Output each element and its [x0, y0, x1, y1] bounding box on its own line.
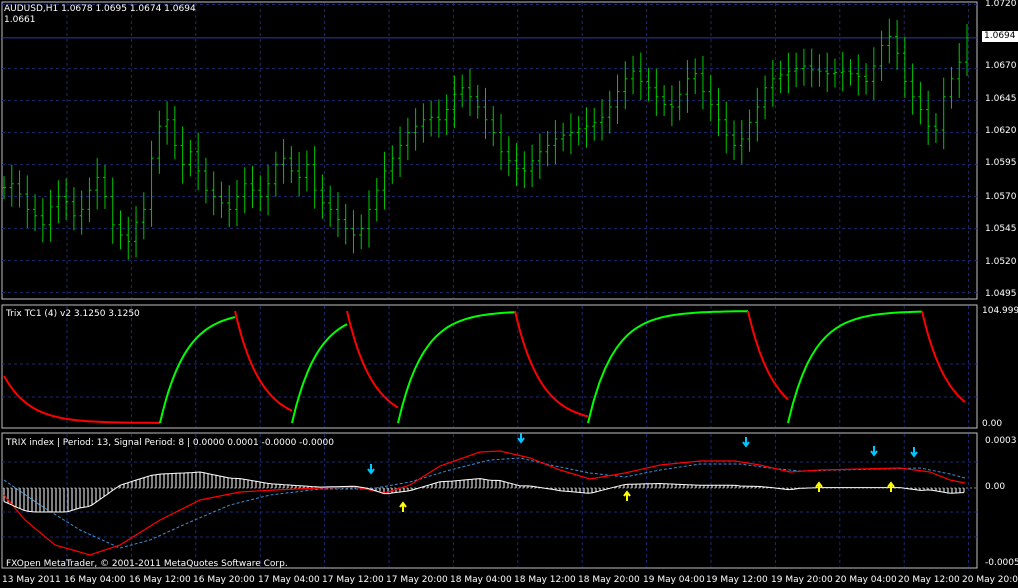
trix-tc-panel-border	[1, 304, 978, 429]
price-level: 1.0645	[985, 94, 1017, 104]
time-label: 18 May 20:00	[578, 575, 640, 585]
time-label: 20 May 20:00	[962, 575, 1018, 585]
trix-tc-falling-line	[747, 310, 789, 401]
current-price-badge: 1.0694	[982, 31, 1018, 42]
trix-tc-level-zero: 0.00	[982, 419, 1003, 429]
trix-tc-rising-line	[291, 323, 348, 424]
time-label: 16 May 12:00	[129, 575, 191, 585]
time-label: 16 May 20:00	[193, 575, 255, 585]
time-label: 16 May 04:00	[64, 575, 126, 585]
main-subheader: 1.0661	[4, 15, 36, 25]
price-level: 1.0545	[985, 224, 1017, 234]
price-level: 1.0595	[985, 158, 1017, 168]
time-label: 19 May 12:00	[706, 575, 768, 585]
main-header: AUDUSD,H1 1.0678 1.0695 1.0674 1.0694	[4, 4, 196, 14]
time-label: 19 May 04:00	[643, 575, 705, 585]
time-label: 17 May 20:00	[386, 575, 448, 585]
main-panel-border	[1, 1, 978, 300]
time-label: 20 May 12:00	[898, 575, 960, 585]
trix-index-level-bottom: -0.0005	[985, 558, 1018, 568]
trix-tc-rising-line	[397, 311, 516, 424]
price-level: 1.0720	[985, 0, 1017, 9]
time-label: 19 May 20:00	[771, 575, 833, 585]
price-level: 1.0570	[985, 192, 1017, 202]
price-level: 1.0495	[985, 289, 1017, 299]
trix-index-panel-border	[1, 432, 978, 569]
chart-canvas	[1, 1, 978, 569]
trix-tc-falling-line	[234, 310, 293, 412]
trix-tc-rising-line	[587, 310, 749, 424]
time-label: 18 May 12:00	[514, 575, 576, 585]
trix-tc-header: Trix TC1 (4) v2 3.1250 3.1250	[6, 309, 140, 319]
time-label: 18 May 04:00	[450, 575, 512, 585]
trix-tc-rising-line	[787, 310, 923, 424]
trix-index-level-top: 0.0003	[985, 436, 1017, 446]
trix-tc-falling-line	[921, 310, 966, 403]
price-level: 1.0620	[985, 126, 1017, 136]
footer-copyright: FXOpen MetaTrader, © 2001-2011 MetaQuote…	[6, 559, 288, 569]
time-label: 17 May 04:00	[258, 575, 320, 585]
trix-signal-line	[3, 457, 966, 549]
trix-tc-falling-line	[346, 310, 399, 409]
time-label: 13 May 2011	[2, 575, 61, 585]
trix-index-level-zero: 0.00	[985, 482, 1006, 492]
price-level: 1.0520	[985, 257, 1017, 267]
price-level: 1.0670	[985, 61, 1017, 71]
trix-index-header: TRIX index | Period: 13, Signal Period: …	[6, 438, 334, 448]
trix-tc-level-top: 104.999	[982, 306, 1018, 316]
trix-main-line	[3, 450, 966, 556]
trix-tc-falling-line	[3, 375, 160, 424]
time-label: 20 May 04:00	[835, 575, 897, 585]
time-label: 17 May 12:00	[322, 575, 384, 585]
trix-tc-rising-line	[159, 316, 236, 424]
